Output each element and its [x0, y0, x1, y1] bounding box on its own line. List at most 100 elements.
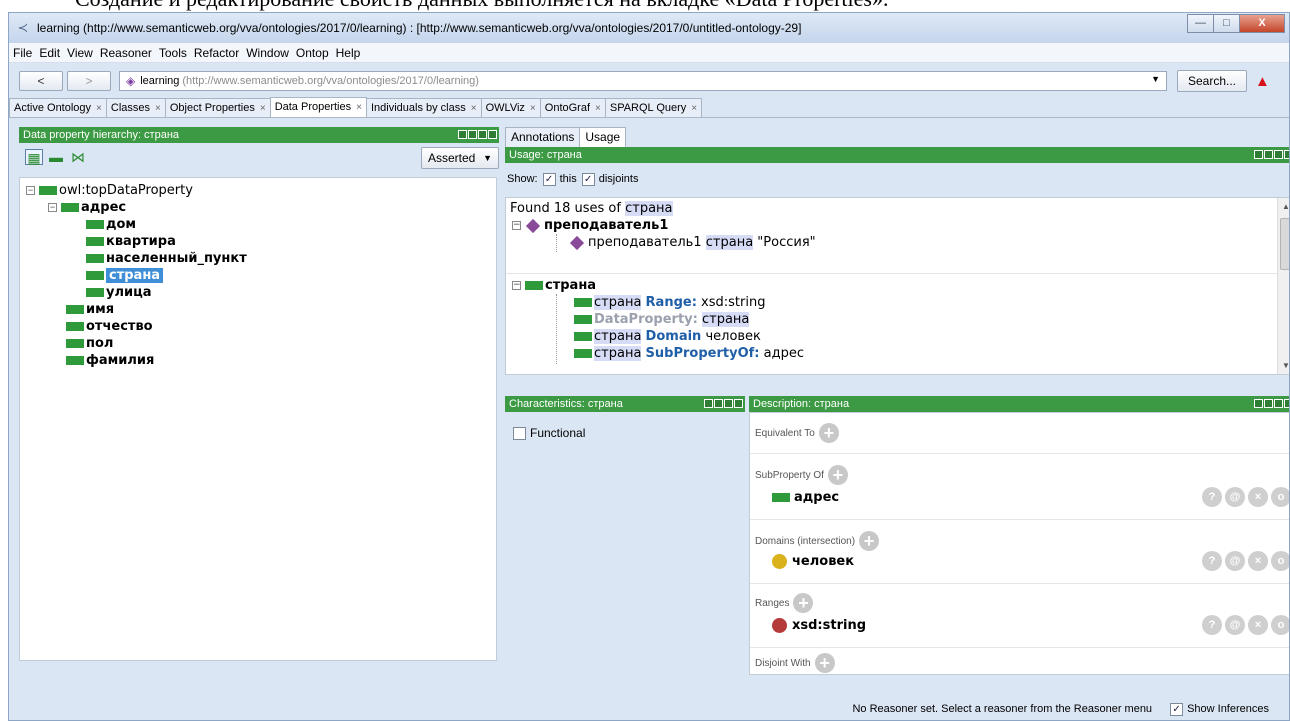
float-icon[interactable]: [714, 399, 723, 408]
tab-object-properties[interactable]: Object Properties ×: [164, 98, 271, 117]
minimize-button[interactable]: —: [1187, 14, 1214, 33]
tab-individuals-by-class[interactable]: Individuals by class ×: [365, 98, 482, 117]
collapse-icon[interactable]: −: [26, 186, 35, 195]
asserted-dropdown[interactable]: Asserted ▼: [421, 147, 499, 169]
tab-annotations[interactable]: Annotations: [505, 127, 581, 147]
usage-group[interactable]: − преподаватель1: [512, 217, 668, 234]
domain-row[interactable]: человек ? @ × o: [750, 549, 1289, 573]
add-subproperty-icon[interactable]: +: [827, 465, 848, 485]
close-icon[interactable]: ×: [471, 103, 477, 114]
show-disjoints-checkbox[interactable]: ✓: [581, 172, 595, 186]
maximize-icon[interactable]: [478, 130, 487, 139]
add-disjoint-icon[interactable]: +: [814, 653, 835, 673]
tree-node[interactable]: фамилия: [66, 352, 154, 369]
tab-classes[interactable]: Classes ×: [105, 98, 166, 117]
delete-property-icon[interactable]: ⋈: [69, 149, 87, 165]
warning-icon[interactable]: ▲: [1255, 73, 1270, 90]
add-domain-icon[interactable]: +: [859, 531, 880, 551]
collapse-icon[interactable]: −: [48, 203, 57, 212]
tab-usage[interactable]: Usage: [579, 127, 627, 147]
scroll-thumb[interactable]: [1280, 218, 1289, 270]
close-icon[interactable]: ×: [595, 103, 601, 114]
ontology-selector[interactable]: ◈ learning (http://www.semanticweb.org/v…: [119, 71, 1167, 91]
close-icon[interactable]: ×: [260, 103, 266, 114]
maximize-icon[interactable]: [724, 399, 733, 408]
split-icon[interactable]: [458, 130, 467, 139]
float-icon[interactable]: [1264, 150, 1273, 159]
menu-file[interactable]: File: [9, 46, 35, 60]
show-this-checkbox[interactable]: ✓: [542, 172, 556, 186]
tab-owlviz[interactable]: OWLViz ×: [480, 98, 541, 117]
split-icon[interactable]: [704, 399, 713, 408]
explain-icon[interactable]: ?: [1202, 551, 1222, 571]
menu-edit[interactable]: Edit: [35, 46, 63, 60]
chevron-down-icon[interactable]: ▼: [1151, 74, 1160, 84]
close-icon[interactable]: [488, 130, 497, 139]
usage-line[interactable]: страна Range: xsd:string: [574, 294, 765, 311]
usage-group[interactable]: − страна: [512, 277, 596, 294]
back-button[interactable]: <: [19, 71, 63, 91]
collapse-icon[interactable]: −: [512, 281, 521, 290]
tree-node[interactable]: дом: [86, 216, 136, 233]
tree-node[interactable]: имя: [66, 301, 114, 318]
menu-view[interactable]: View: [63, 46, 96, 60]
annotate-icon[interactable]: @: [1225, 487, 1245, 507]
tab-data-properties[interactable]: Data Properties ×: [269, 97, 367, 117]
usage-line[interactable]: преподаватель1 страна "Россия": [569, 234, 816, 251]
close-icon[interactable]: [734, 399, 743, 408]
delete-icon[interactable]: ×: [1248, 487, 1268, 507]
menu-ontop[interactable]: Ontop: [292, 46, 332, 60]
subproperty-row[interactable]: адрес ? @ × o: [750, 485, 1289, 509]
annotate-icon[interactable]: @: [1225, 551, 1245, 571]
tree-node-selected[interactable]: страна: [86, 267, 164, 284]
close-icon[interactable]: ×: [530, 103, 536, 114]
float-icon[interactable]: [468, 130, 477, 139]
split-icon[interactable]: [1254, 150, 1263, 159]
tree-node[interactable]: пол: [66, 335, 113, 352]
usage-line[interactable]: страна Domain человек: [574, 328, 761, 345]
menu-refactor[interactable]: Refactor: [190, 46, 242, 60]
tree-node[interactable]: квартира: [86, 233, 176, 250]
edit-icon[interactable]: o: [1271, 615, 1289, 635]
collapse-icon[interactable]: −: [512, 221, 521, 230]
functional-checkbox[interactable]: [513, 426, 526, 440]
forward-button[interactable]: >: [67, 71, 111, 91]
close-button[interactable]: X: [1239, 14, 1285, 33]
close-icon[interactable]: ×: [356, 102, 362, 113]
menu-tools[interactable]: Tools: [155, 46, 190, 60]
close-icon[interactable]: ×: [691, 103, 697, 114]
add-equivalent-icon[interactable]: +: [818, 423, 839, 443]
add-sibling-property-icon[interactable]: ▬: [47, 149, 65, 165]
functional-option[interactable]: Functional: [513, 426, 585, 440]
tab-sparql-query[interactable]: SPARQL Query ×: [604, 98, 703, 117]
tree-node[interactable]: отчество: [66, 318, 153, 335]
range-row[interactable]: xsd:string ? @ × o: [750, 613, 1289, 637]
float-icon[interactable]: [1264, 399, 1273, 408]
menu-reasoner[interactable]: Reasoner: [96, 46, 155, 60]
tab-ontograf[interactable]: OntoGraf ×: [539, 98, 606, 117]
edit-icon[interactable]: o: [1271, 551, 1289, 571]
usage-line[interactable]: страна SubPropertyOf: адрес: [574, 345, 804, 362]
usage-scrollbar[interactable]: ▲ ▼: [1277, 198, 1289, 374]
close-icon[interactable]: [1284, 150, 1289, 159]
scroll-up-icon[interactable]: ▲: [1282, 202, 1289, 211]
close-icon[interactable]: [1284, 399, 1289, 408]
close-icon[interactable]: ×: [96, 103, 102, 114]
tree-node[interactable]: − owl:topDataProperty: [26, 182, 193, 199]
delete-icon[interactable]: ×: [1248, 615, 1268, 635]
explain-icon[interactable]: ?: [1202, 615, 1222, 635]
search-button[interactable]: Search...: [1177, 70, 1247, 92]
delete-icon[interactable]: ×: [1248, 551, 1268, 571]
menu-window[interactable]: Window: [242, 46, 292, 60]
annotate-icon[interactable]: @: [1225, 615, 1245, 635]
close-icon[interactable]: ×: [155, 103, 161, 114]
usage-line[interactable]: DataProperty: страна: [574, 311, 750, 328]
show-inferences-checkbox[interactable]: ✓: [1170, 702, 1184, 716]
explain-icon[interactable]: ?: [1202, 487, 1222, 507]
maximize-icon[interactable]: [1274, 150, 1283, 159]
add-range-icon[interactable]: +: [793, 593, 814, 613]
tree-node[interactable]: улица: [86, 284, 152, 301]
tree-node[interactable]: населенный_пункт: [86, 250, 247, 267]
scroll-down-icon[interactable]: ▼: [1282, 361, 1289, 370]
maximize-button[interactable]: □: [1213, 14, 1240, 33]
